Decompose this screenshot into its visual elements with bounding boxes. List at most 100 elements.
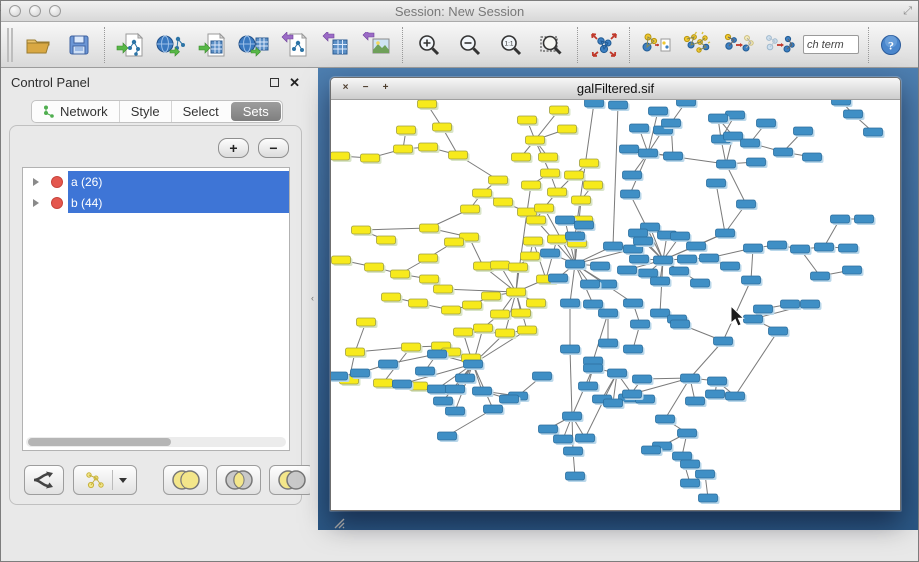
- graph-node[interactable]: [744, 315, 763, 323]
- add-set-button[interactable]: +: [218, 138, 249, 158]
- graph-node[interactable]: [662, 119, 681, 127]
- chevron-down-icon[interactable]: [119, 478, 127, 483]
- close-panel-icon[interactable]: ✕: [289, 78, 300, 88]
- list-item[interactable]: b (44): [23, 192, 289, 213]
- graph-edge[interactable]: [648, 153, 726, 164]
- horizontal-scrollbar[interactable]: [26, 437, 286, 447]
- graph-node[interactable]: [533, 372, 552, 380]
- open-session-button[interactable]: [17, 25, 58, 65]
- graph-node[interactable]: [591, 262, 610, 270]
- graph-node[interactable]: [744, 244, 763, 252]
- graph-node[interactable]: [678, 429, 697, 437]
- graph-node[interactable]: [708, 377, 727, 385]
- set-label[interactable]: a (26): [68, 171, 289, 192]
- graph-node[interactable]: [769, 327, 788, 335]
- graph-node[interactable]: [445, 238, 464, 246]
- graph-node[interactable]: [474, 262, 493, 270]
- graph-node[interactable]: [686, 397, 705, 405]
- graph-node[interactable]: [624, 345, 643, 353]
- graph-node[interactable]: [565, 171, 584, 179]
- graph-node[interactable]: [726, 392, 745, 400]
- graph-node[interactable]: [580, 159, 599, 167]
- expander-triangle-icon[interactable]: [33, 199, 39, 207]
- graph-node[interactable]: [742, 276, 761, 284]
- tab-select[interactable]: Select: [171, 101, 230, 122]
- graph-node[interactable]: [620, 145, 639, 153]
- graph-node[interactable]: [677, 100, 696, 106]
- graph-node[interactable]: [548, 188, 567, 196]
- graph-node[interactable]: [433, 123, 452, 131]
- graph-node[interactable]: [634, 237, 653, 245]
- graph-node[interactable]: [331, 372, 348, 380]
- graph-node[interactable]: [521, 252, 540, 260]
- graph-node[interactable]: [633, 375, 652, 383]
- graph-node[interactable]: [747, 158, 766, 166]
- set-label[interactable]: b (44): [68, 192, 289, 213]
- graph-node[interactable]: [642, 446, 661, 454]
- graph-node[interactable]: [434, 397, 453, 405]
- graph-node[interactable]: [623, 390, 642, 398]
- horizontal-scrollbar-thumb[interactable]: [28, 438, 171, 446]
- graph-node[interactable]: [564, 447, 583, 455]
- import-table-from-file-button[interactable]: [192, 25, 233, 65]
- graph-node[interactable]: [656, 415, 675, 423]
- graph-node[interactable]: [585, 100, 604, 107]
- graph-node[interactable]: [584, 300, 603, 308]
- graph-node[interactable]: [639, 269, 658, 277]
- graph-node[interactable]: [843, 266, 862, 274]
- graph-node[interactable]: [474, 324, 493, 332]
- graph-node[interactable]: [550, 106, 569, 114]
- graph-node[interactable]: [664, 152, 683, 160]
- graph-node[interactable]: [512, 153, 531, 161]
- zoom-in-button[interactable]: [408, 25, 449, 65]
- graph-node[interactable]: [539, 153, 558, 161]
- toolbar-drag-handle[interactable]: [7, 28, 13, 62]
- tab-style[interactable]: Style: [119, 101, 171, 122]
- fullscreen-icon[interactable]: ⤢: [903, 5, 912, 18]
- graph-node[interactable]: [456, 374, 475, 382]
- graph-node[interactable]: [681, 479, 700, 487]
- graph-node[interactable]: [541, 249, 560, 257]
- network-window-title-bar[interactable]: × − + galFiltered.sif: [331, 78, 900, 100]
- export-image-button[interactable]: [356, 25, 397, 65]
- minimize-window-icon[interactable]: [29, 5, 41, 17]
- difference-sets-button[interactable]: [269, 465, 314, 495]
- graph-node[interactable]: [839, 244, 858, 252]
- graph-node[interactable]: [681, 460, 700, 468]
- graph-node[interactable]: [428, 350, 447, 358]
- graph-node[interactable]: [418, 100, 437, 108]
- graph-node[interactable]: [651, 277, 670, 285]
- graph-node[interactable]: [566, 472, 585, 480]
- graph-node[interactable]: [737, 200, 756, 208]
- graph-node[interactable]: [377, 236, 396, 244]
- graph-node[interactable]: [801, 300, 820, 308]
- graph-node[interactable]: [563, 412, 582, 420]
- graph-node[interactable]: [489, 176, 508, 184]
- graph-node[interactable]: [420, 275, 439, 283]
- graph-edge[interactable]: [570, 349, 572, 416]
- graph-node[interactable]: [618, 266, 637, 274]
- graph-node[interactable]: [572, 196, 591, 204]
- graph-node[interactable]: [678, 255, 697, 263]
- graph-node[interactable]: [518, 208, 537, 216]
- graph-node[interactable]: [844, 110, 863, 118]
- graph-node[interactable]: [416, 367, 435, 375]
- graph-node[interactable]: [624, 299, 643, 307]
- graph-node[interactable]: [696, 470, 715, 478]
- graph-node[interactable]: [484, 405, 503, 413]
- tab-sets[interactable]: Sets: [231, 102, 281, 121]
- graph-node[interactable]: [609, 101, 628, 109]
- graph-node[interactable]: [721, 262, 740, 270]
- graph-node[interactable]: [461, 205, 480, 213]
- graph-node[interactable]: [649, 107, 668, 115]
- graph-node[interactable]: [365, 263, 384, 271]
- graph-node[interactable]: [548, 235, 567, 243]
- graph-node[interactable]: [651, 309, 670, 317]
- split-sets-button[interactable]: [24, 465, 64, 495]
- graph-node[interactable]: [446, 385, 465, 393]
- graph-node[interactable]: [706, 390, 725, 398]
- graph-node[interactable]: [507, 288, 526, 296]
- graph-node[interactable]: [781, 300, 800, 308]
- graph-edge[interactable]: [723, 280, 751, 341]
- help-button[interactable]: ?: [874, 25, 908, 65]
